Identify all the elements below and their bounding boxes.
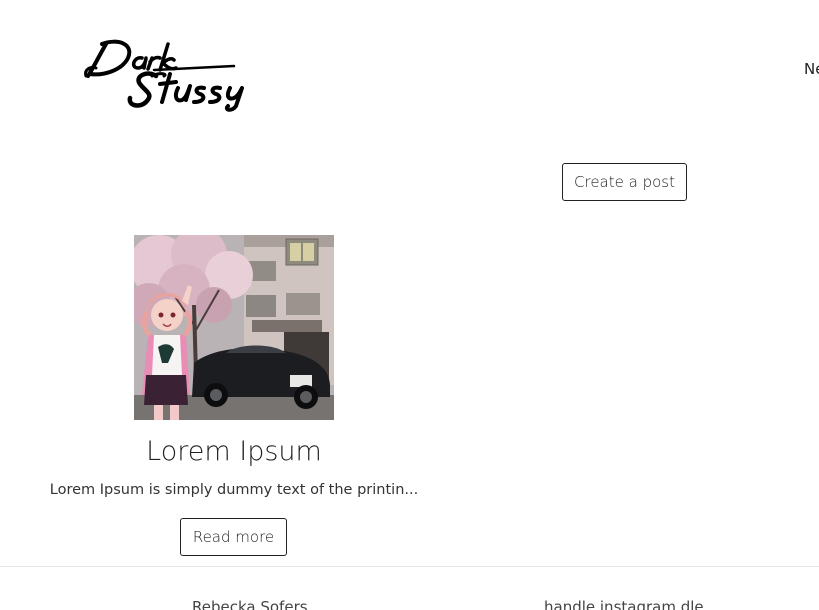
post-excerpt: Lorem Ipsum is simply dummy text of the … bbox=[49, 482, 419, 498]
logo-script-icon bbox=[84, 39, 244, 112]
nav-link[interactable]: Ne bbox=[804, 60, 819, 78]
post-image-illustration bbox=[134, 235, 334, 420]
read-more-button[interactable]: Read more bbox=[180, 518, 287, 556]
footer-right-text[interactable]: handle instagram dle bbox=[544, 598, 704, 610]
page: Ne Create a post bbox=[0, 0, 819, 610]
post-title[interactable]: Lorem Ipsum bbox=[34, 434, 434, 470]
brand-logo[interactable] bbox=[84, 36, 250, 112]
footer-divider bbox=[0, 566, 819, 567]
create-post-button[interactable]: Create a post bbox=[562, 163, 687, 201]
post-thumbnail[interactable] bbox=[134, 235, 334, 420]
footer-left-text: Rebecka Sofers bbox=[192, 598, 308, 610]
